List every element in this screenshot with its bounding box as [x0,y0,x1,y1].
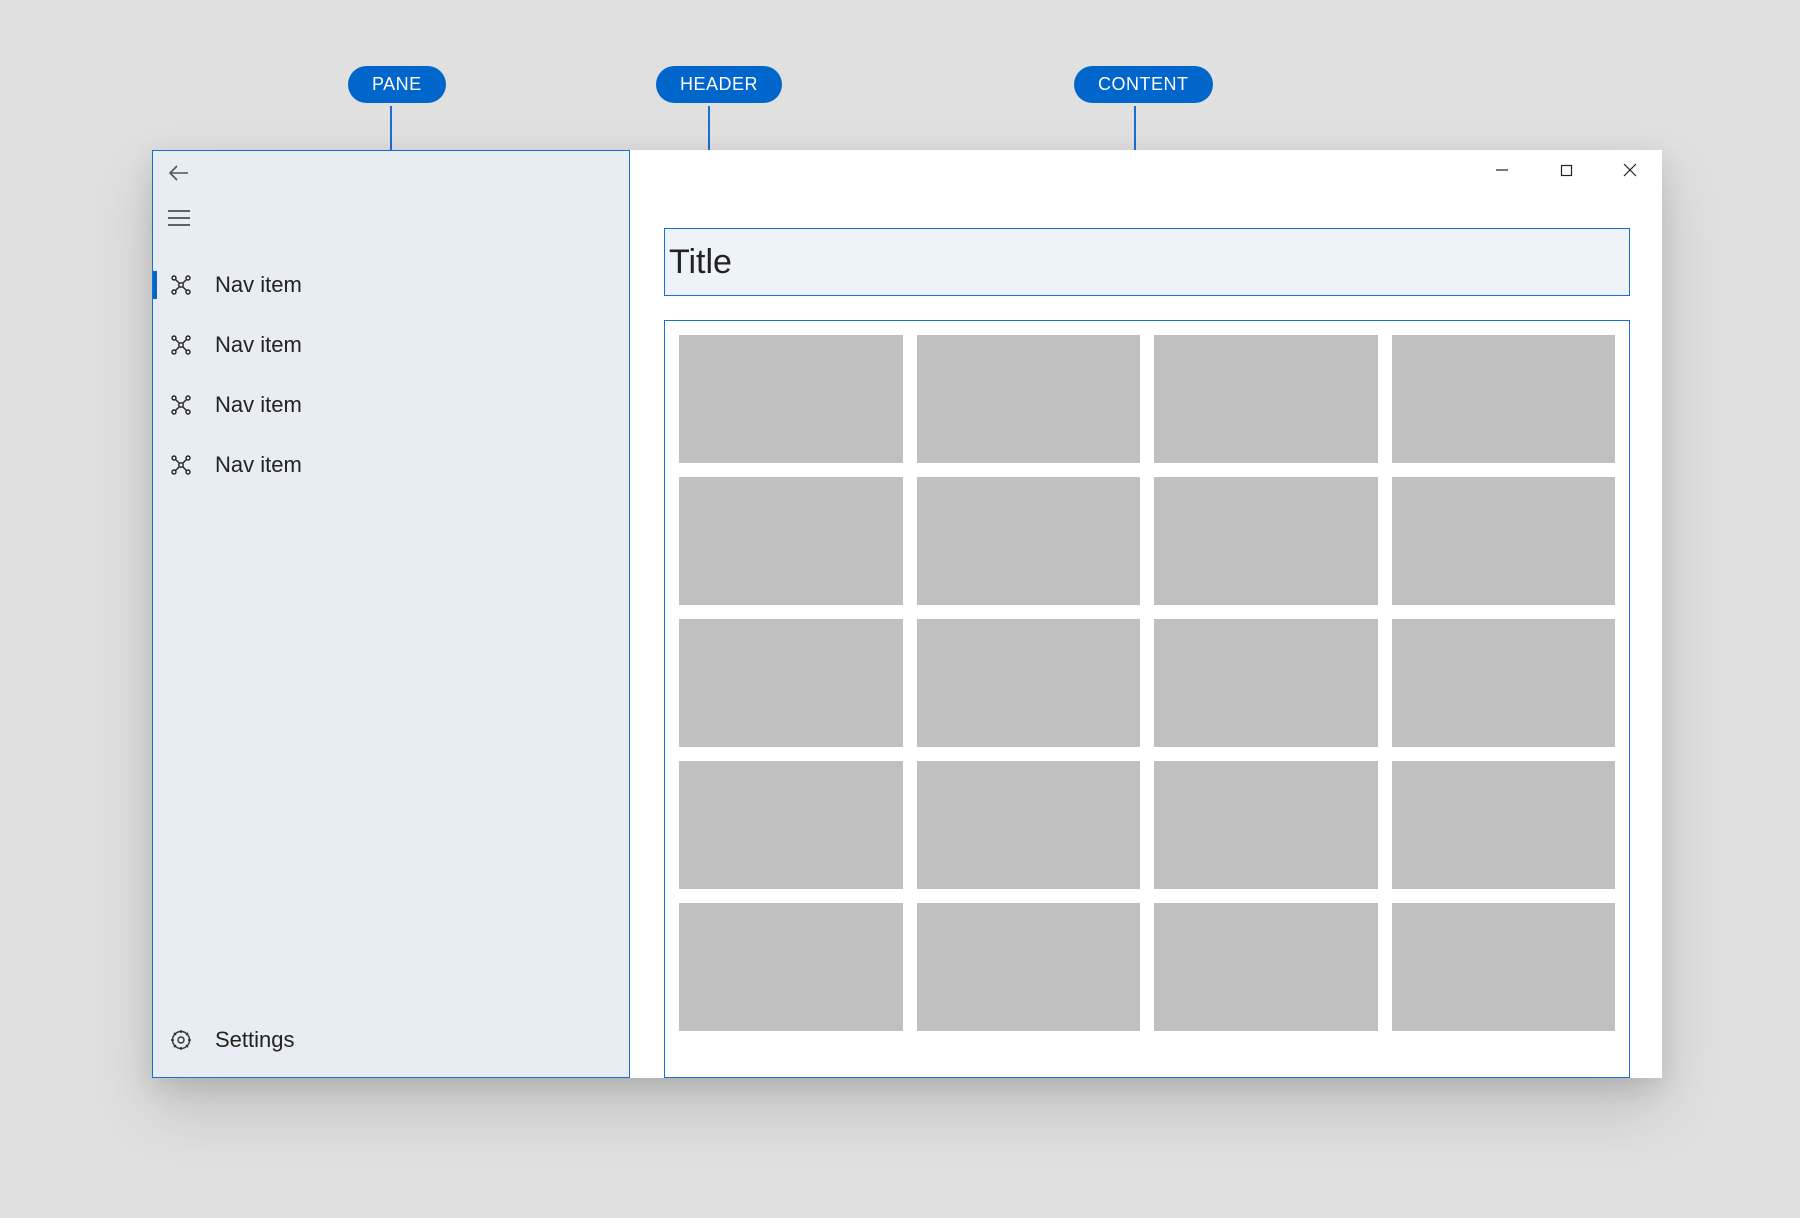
nav-item-label: Nav item [215,392,302,418]
minimize-button[interactable] [1470,150,1534,190]
pane-titlebar [153,151,629,195]
hamburger-icon[interactable] [167,209,191,227]
content-tile[interactable] [1392,619,1616,747]
annotation-pane-leader [390,106,392,150]
nav-item-label: Nav item [215,452,302,478]
page-header: Title [664,228,1630,296]
page-title: Title [669,243,732,282]
close-button[interactable] [1598,150,1662,190]
annotation-pane-pill: PANE [348,66,446,103]
content-tile[interactable] [917,761,1141,889]
content-tile[interactable] [679,903,903,1031]
content-tile[interactable] [1154,903,1378,1031]
settings-label: Settings [215,1027,295,1053]
content-tile[interactable] [917,335,1141,463]
content-grid [679,335,1615,1031]
nav-list: Nav item Nav item [153,241,629,495]
hamburger-row [153,195,629,241]
nav-item-3[interactable]: Nav item [153,435,629,495]
navigation-pane: Nav item Nav item [152,150,630,1078]
content-tile[interactable] [1392,477,1616,605]
content-tile[interactable] [917,477,1141,605]
content-area [664,320,1630,1078]
annotation-header-pill: HEADER [656,66,782,103]
nav-item-1[interactable]: Nav item [153,315,629,375]
content-tile[interactable] [917,619,1141,747]
content-tile[interactable] [1154,477,1378,605]
gear-icon [169,1028,193,1052]
content-tile[interactable] [1392,903,1616,1031]
nav-item-label: Nav item [215,332,302,358]
settings-item[interactable]: Settings [153,1027,629,1077]
content-tile[interactable] [1392,335,1616,463]
content-tile[interactable] [679,619,903,747]
annotation-content-pill: CONTENT [1074,66,1213,103]
app-window: Nav item Nav item [152,150,1662,1078]
main-area: Title [630,150,1662,1078]
placeholder-icon [169,333,193,357]
nav-item-0[interactable]: Nav item [153,255,629,315]
content-tile[interactable] [1154,761,1378,889]
back-icon[interactable] [167,161,191,185]
placeholder-icon [169,393,193,417]
content-tile[interactable] [679,335,903,463]
content-tile[interactable] [1154,619,1378,747]
content-tile[interactable] [1154,335,1378,463]
content-tile[interactable] [1392,761,1616,889]
placeholder-icon [169,273,193,297]
window-caption-buttons [1470,150,1662,190]
nav-item-label: Nav item [215,272,302,298]
maximize-button[interactable] [1534,150,1598,190]
content-tile[interactable] [679,477,903,605]
nav-item-2[interactable]: Nav item [153,375,629,435]
content-tile[interactable] [679,761,903,889]
content-tile[interactable] [917,903,1141,1031]
placeholder-icon [169,453,193,477]
